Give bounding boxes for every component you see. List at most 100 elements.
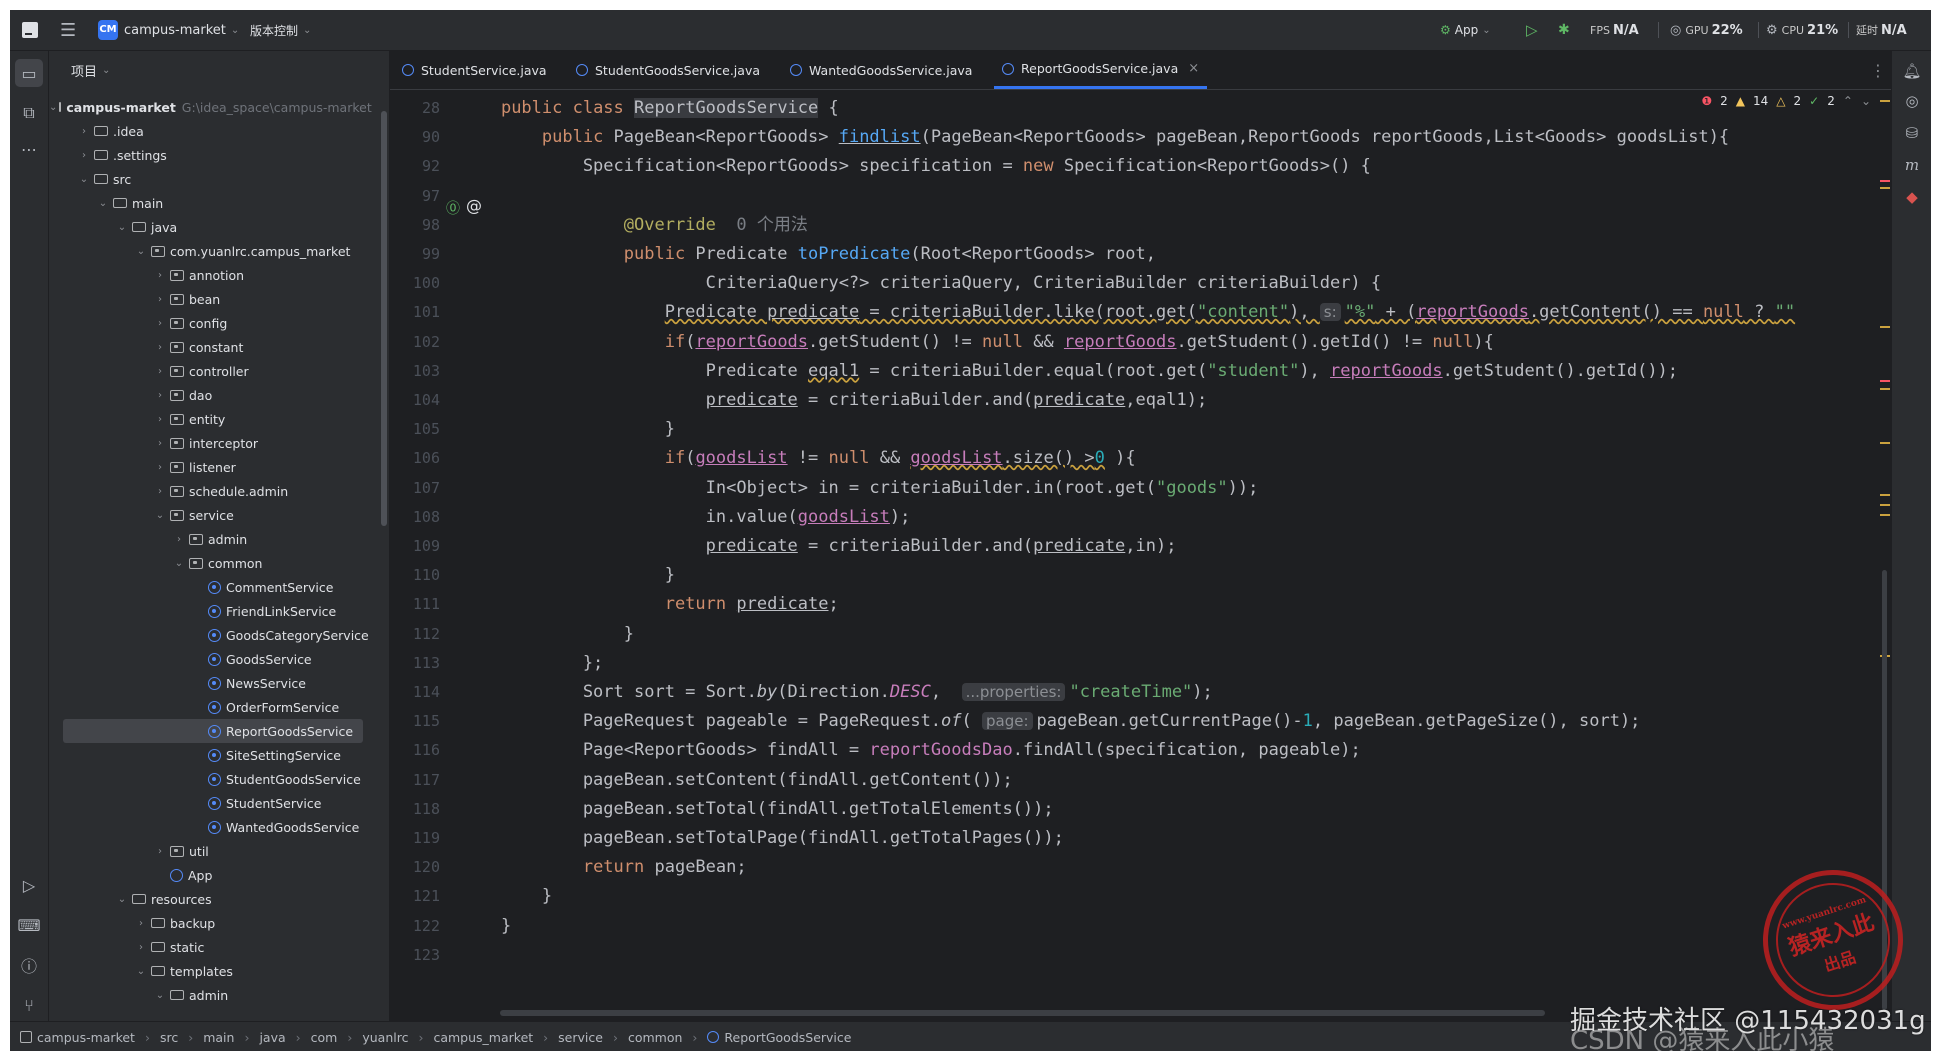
code-line[interactable]: CriteriaQuery<?> criteriaQuery, Criteria… bbox=[460, 269, 1382, 298]
code-line[interactable]: Predicate predicate = criteriaBuilder.li… bbox=[460, 298, 1795, 327]
tree-item[interactable]: StudentGoodsService bbox=[49, 767, 369, 791]
project-switcher[interactable]: CM campus-market ⌄ bbox=[98, 10, 239, 50]
code-line[interactable]: pageBean.setTotalPage(findAll.getTotalPa… bbox=[460, 824, 1064, 853]
chevron-down-icon[interactable]: ⌄ bbox=[49, 102, 57, 113]
chevron-right-icon[interactable]: › bbox=[152, 462, 168, 473]
more-icon[interactable]: ⋯ bbox=[15, 135, 43, 163]
tree-item[interactable]: › constant bbox=[49, 335, 369, 359]
chevron-down-icon[interactable]: ⌄ bbox=[152, 990, 168, 1001]
chevron-right-icon[interactable]: › bbox=[152, 414, 168, 425]
code-line[interactable]: } bbox=[460, 561, 675, 590]
code-line[interactable]: } bbox=[460, 912, 511, 941]
code-line[interactable]: predicate = criteriaBuilder.and(predicat… bbox=[460, 532, 1177, 561]
tab-student-goods-service[interactable]: StudentGoodsService.java bbox=[576, 51, 760, 89]
tree-item[interactable]: NewsService bbox=[49, 671, 369, 695]
tree-item[interactable]: ⌄ service bbox=[49, 503, 369, 527]
tree-item[interactable]: ⌄ campus-market G:\idea_space\campus-marke… bbox=[49, 95, 372, 119]
tree-item[interactable]: › util bbox=[49, 839, 369, 863]
breadcrumb-item[interactable]: src › bbox=[160, 1030, 193, 1045]
tree-item[interactable]: › admin bbox=[49, 527, 369, 551]
code-line[interactable]: PageRequest pageable = PageRequest.of( p… bbox=[460, 707, 1641, 736]
code-line[interactable]: pageBean.setTotal(findAll.getTotalElemen… bbox=[460, 795, 1054, 824]
chevron-right-icon[interactable]: › bbox=[133, 942, 149, 953]
app-logo-icon[interactable] bbox=[22, 10, 38, 50]
code-line[interactable]: } bbox=[460, 882, 552, 911]
chevron-down-icon[interactable]: ⌄ bbox=[76, 174, 92, 185]
code-line[interactable]: in.value(goodsList); bbox=[460, 503, 911, 532]
tree-item[interactable]: ⌄ templates bbox=[49, 959, 369, 983]
tree-item[interactable]: › interceptor bbox=[49, 431, 369, 455]
chevron-right-icon[interactable]: › bbox=[152, 318, 168, 329]
services-icon[interactable]: ▷ bbox=[15, 871, 43, 899]
code-line[interactable]: } bbox=[460, 415, 675, 444]
main-menu-icon[interactable]: ☰ bbox=[60, 10, 76, 50]
code-line[interactable]: return pageBean; bbox=[460, 853, 747, 882]
tree-item[interactable]: StudentService bbox=[49, 791, 369, 815]
code-line[interactable]: pageBean.setContent(findAll.getContent()… bbox=[460, 766, 1013, 795]
tree-item[interactable]: CommentService bbox=[49, 575, 369, 599]
chevron-right-icon[interactable]: › bbox=[76, 150, 92, 161]
tree-item[interactable]: › listener bbox=[49, 455, 369, 479]
chevron-right-icon[interactable]: › bbox=[152, 438, 168, 449]
tree-item[interactable]: ⌄ admin bbox=[49, 983, 369, 1007]
tree-item[interactable]: GoodsCategoryService bbox=[49, 623, 369, 647]
tree-item[interactable]: › entity bbox=[49, 407, 369, 431]
override-marker-icon[interactable]: ⓪ bbox=[446, 198, 460, 218]
tab-wanted-goods-service[interactable]: WantedGoodsService.java bbox=[790, 51, 972, 89]
breadcrumb-item[interactable]: service › bbox=[558, 1030, 618, 1045]
breadcrumb-item[interactable]: ReportGoodsService bbox=[707, 1030, 851, 1045]
maven-icon[interactable]: m bbox=[1900, 153, 1924, 177]
code-line[interactable]: Predicate eqal1 = criteriaBuilder.equal(… bbox=[460, 357, 1678, 386]
chevron-down-icon[interactable]: ⌄ bbox=[114, 222, 130, 233]
chevron-right-icon[interactable]: › bbox=[152, 846, 168, 857]
breadcrumb-item[interactable]: main › bbox=[203, 1030, 249, 1045]
tree-item[interactable]: WantedGoodsService bbox=[49, 815, 369, 839]
code-line[interactable]: In<Object> in = criteriaBuilder.in(root.… bbox=[460, 474, 1259, 503]
code-line[interactable]: Page<ReportGoods> findAll = reportGoodsD… bbox=[460, 736, 1361, 765]
code-line[interactable]: public class ReportGoodsService { bbox=[460, 94, 839, 123]
tree-item[interactable]: › bean bbox=[49, 287, 369, 311]
project-view-selector[interactable]: 项目 ⌄ bbox=[71, 51, 110, 89]
vcs-menu[interactable]: 版本控制 ⌄ bbox=[250, 10, 311, 50]
tree-item[interactable]: FriendLinkService bbox=[49, 599, 369, 623]
ai-assistant-icon[interactable]: ◎ bbox=[1900, 89, 1924, 113]
tree-item[interactable]: › .settings bbox=[49, 143, 369, 167]
tree-item[interactable]: › schedule.admin bbox=[49, 479, 369, 503]
tab-report-goods-service[interactable]: ReportGoodsService.java × bbox=[994, 51, 1208, 89]
chevron-right-icon[interactable]: › bbox=[152, 390, 168, 401]
code-line[interactable]: public PageBean<ReportGoods> findlist(Pa… bbox=[460, 123, 1729, 152]
code-line[interactable]: Specification<ReportGoods> specification… bbox=[460, 152, 1371, 181]
tree-item[interactable]: ⌄ resources bbox=[49, 887, 369, 911]
horizontal-scrollbar[interactable] bbox=[500, 1010, 1545, 1016]
code-editor[interactable]: public class ReportGoodsService { public… bbox=[460, 90, 1900, 1020]
chevron-right-icon[interactable]: › bbox=[152, 294, 168, 305]
tree-item[interactable]: ⌄ main bbox=[49, 191, 369, 215]
code-line[interactable]: } bbox=[460, 620, 634, 649]
chevron-right-icon[interactable]: › bbox=[152, 486, 168, 497]
notifications-icon[interactable]: 🔔︎ bbox=[1900, 59, 1924, 83]
breadcrumb-item[interactable]: common › bbox=[628, 1030, 697, 1045]
tree-item[interactable]: › config bbox=[49, 311, 369, 335]
problems-icon[interactable]: ⓘ bbox=[15, 951, 43, 979]
code-line[interactable]: public Predicate toPredicate(Root<Report… bbox=[460, 240, 1156, 269]
chevron-down-icon[interactable]: ⌄ bbox=[152, 510, 168, 521]
chevron-right-icon[interactable]: › bbox=[171, 534, 187, 545]
tree-item[interactable]: › controller bbox=[49, 359, 369, 383]
project-folder-icon[interactable]: ▭ bbox=[15, 59, 43, 87]
project-scrollbar[interactable] bbox=[381, 111, 387, 526]
code-line[interactable]: Sort sort = Sort.by(Direction.DESC, ...p… bbox=[460, 678, 1213, 707]
chevron-right-icon[interactable]: › bbox=[152, 366, 168, 377]
tree-item[interactable]: › static bbox=[49, 935, 369, 959]
tree-item[interactable]: OrderFormService bbox=[49, 695, 369, 719]
database-icon[interactable]: ⛁ bbox=[1900, 121, 1924, 145]
breadcrumb-item[interactable]: java › bbox=[259, 1030, 300, 1045]
code-line[interactable]: return predicate; bbox=[460, 590, 839, 619]
tree-item[interactable]: › .idea bbox=[49, 119, 369, 143]
code-line[interactable]: @Override 0 个用法 bbox=[460, 211, 808, 240]
chevron-right-icon[interactable]: › bbox=[76, 126, 92, 137]
git-icon[interactable]: ⑂ bbox=[15, 991, 43, 1019]
run-config-selector[interactable]: ⚙ App ⌄ bbox=[1440, 10, 1491, 50]
tree-item[interactable]: ReportGoodsService bbox=[63, 719, 363, 743]
tree-item[interactable]: ⌄ com.yuanlrc.campus_market bbox=[49, 239, 369, 263]
structure-icon[interactable]: ⧉ bbox=[15, 99, 43, 127]
